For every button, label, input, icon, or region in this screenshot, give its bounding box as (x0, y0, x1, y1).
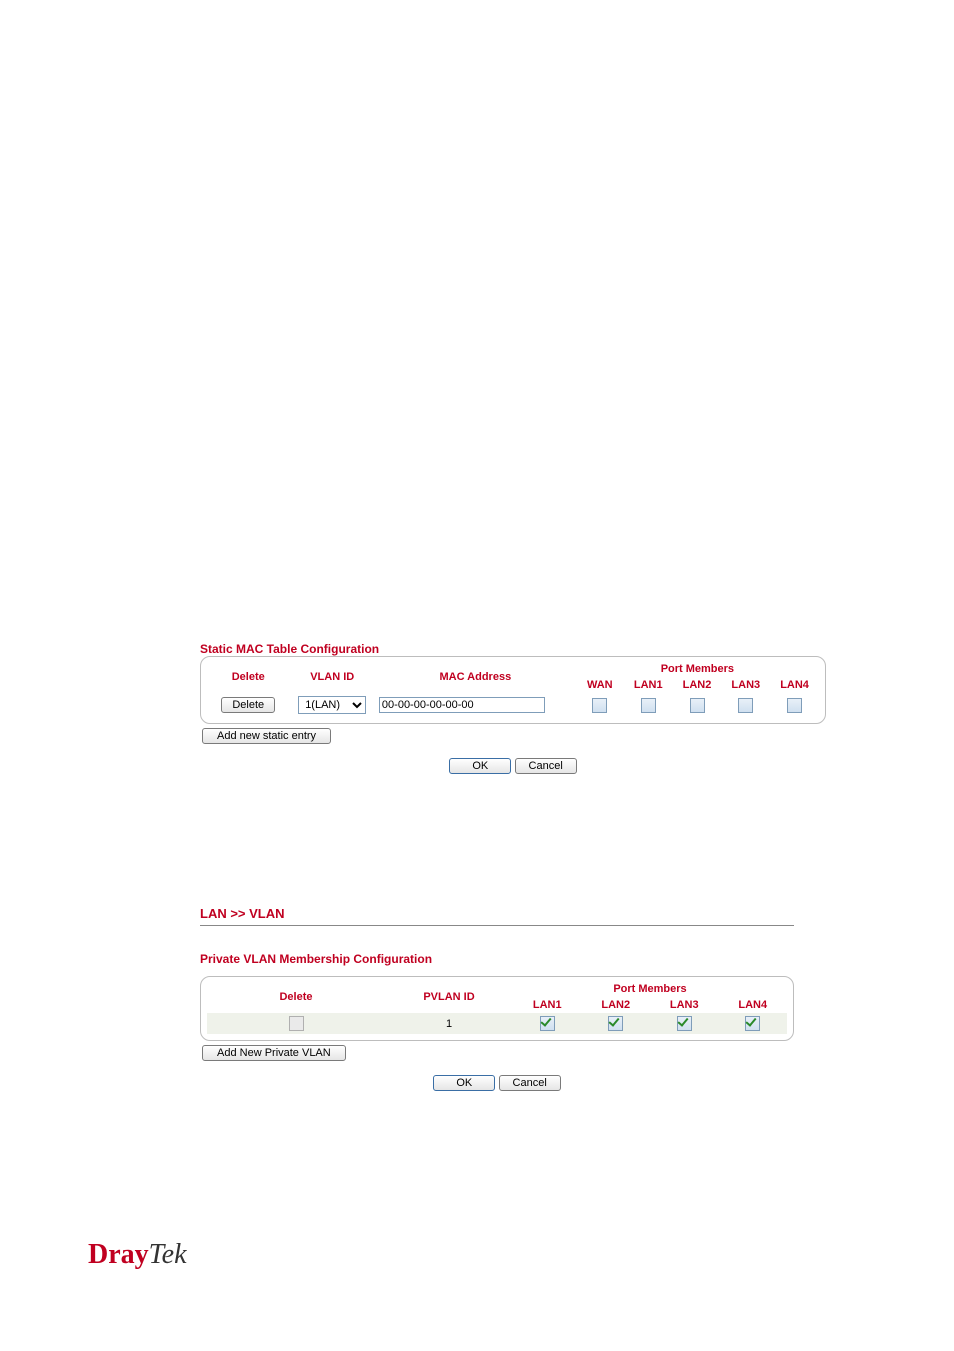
pvlan-title: Private VLAN Membership Configuration (200, 952, 794, 966)
pvlan-panel: Delete PVLAN ID Port Members LAN1 LAN2 L… (200, 976, 794, 1041)
static-mac-section: Static MAC Table Configuration Delete VL… (200, 642, 826, 774)
table-row: 1 (207, 1013, 787, 1034)
col-port-members: Port Members (576, 661, 819, 677)
add-private-vlan-button[interactable]: Add New Private VLAN (202, 1045, 346, 1061)
delete-button[interactable]: Delete (221, 697, 275, 713)
static-mac-title: Static MAC Table Configuration (200, 642, 826, 656)
ok-button[interactable]: OK (449, 758, 511, 774)
brand-part2: Tek (149, 1239, 187, 1270)
cancel-button[interactable]: Cancel (515, 758, 577, 774)
col-delete: Delete (207, 661, 289, 693)
col-lan3: LAN3 (650, 997, 719, 1013)
pvlan-id-value: 1 (385, 1013, 513, 1034)
lan2-checkbox[interactable] (608, 1016, 623, 1031)
col-lan4: LAN4 (770, 677, 819, 693)
lan1-checkbox[interactable] (540, 1016, 555, 1031)
lan3-checkbox[interactable] (738, 698, 753, 713)
brand-part1: Dray (88, 1239, 149, 1270)
pvlan-table: Delete PVLAN ID Port Members LAN1 LAN2 L… (207, 981, 787, 1034)
col-vlan-id: VLAN ID (289, 661, 374, 693)
col-lan2: LAN2 (673, 677, 722, 693)
col-wan: WAN (576, 677, 624, 693)
vlan-section: LAN >> VLAN Private VLAN Membership Conf… (200, 906, 794, 1091)
col-port-members: Port Members (513, 981, 787, 997)
delete-checkbox[interactable] (289, 1016, 304, 1031)
col-lan2: LAN2 (582, 997, 651, 1013)
static-mac-table: Delete VLAN ID MAC Address Port Members … (207, 661, 819, 717)
brand-logo: DrayTek (88, 1239, 187, 1271)
col-pvlan-id: PVLAN ID (385, 981, 513, 1013)
lan3-checkbox[interactable] (677, 1016, 692, 1031)
vlan-id-select[interactable]: 1(LAN) (298, 696, 366, 714)
col-lan1: LAN1 (624, 677, 673, 693)
table-row: Delete 1(LAN) (207, 693, 819, 717)
ok-button[interactable]: OK (433, 1075, 495, 1091)
lan4-checkbox[interactable] (787, 698, 802, 713)
static-mac-panel: Delete VLAN ID MAC Address Port Members … (200, 656, 826, 724)
cancel-button[interactable]: Cancel (499, 1075, 561, 1091)
lan1-checkbox[interactable] (641, 698, 656, 713)
wan-checkbox[interactable] (592, 698, 607, 713)
col-mac-address: MAC Address (375, 661, 576, 693)
col-lan1: LAN1 (513, 997, 582, 1013)
col-delete: Delete (207, 981, 385, 1013)
col-lan4: LAN4 (719, 997, 788, 1013)
add-static-entry-button[interactable]: Add new static entry (202, 728, 331, 744)
lan4-checkbox[interactable] (745, 1016, 760, 1031)
mac-address-input[interactable] (379, 697, 545, 713)
breadcrumb: LAN >> VLAN (200, 906, 794, 925)
lan2-checkbox[interactable] (690, 698, 705, 713)
col-lan3: LAN3 (721, 677, 770, 693)
